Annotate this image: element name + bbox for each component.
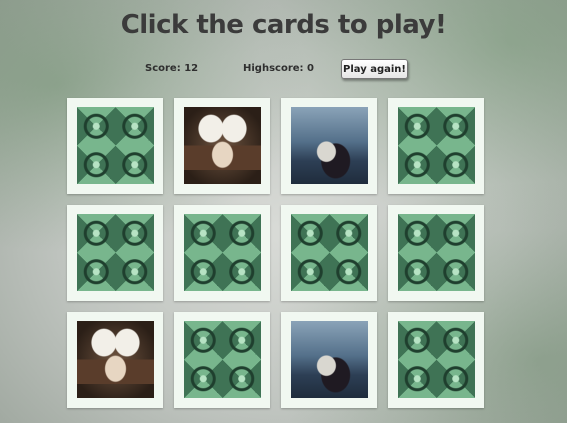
card-grid bbox=[67, 98, 485, 408]
card[interactable] bbox=[67, 312, 163, 408]
upside-down-figure-image bbox=[184, 107, 261, 184]
woman-with-cello-image bbox=[291, 107, 368, 184]
card-back-pattern bbox=[184, 321, 261, 398]
page-title: Click the cards to play! bbox=[120, 10, 447, 40]
card-back-pattern bbox=[77, 107, 154, 184]
card-back-pattern bbox=[398, 107, 475, 184]
score-text: Score: 12 bbox=[145, 63, 199, 74]
upside-down-figure-image bbox=[77, 321, 154, 398]
card[interactable] bbox=[388, 98, 484, 194]
card-back-pattern bbox=[398, 214, 475, 291]
card[interactable] bbox=[67, 205, 163, 301]
play-again-button[interactable]: Play again! bbox=[341, 59, 408, 79]
card[interactable] bbox=[67, 98, 163, 194]
card-back-pattern bbox=[184, 214, 261, 291]
card[interactable] bbox=[174, 98, 270, 194]
card-back-pattern bbox=[77, 214, 154, 291]
card[interactable] bbox=[174, 205, 270, 301]
card[interactable] bbox=[174, 312, 270, 408]
woman-with-cello-image bbox=[291, 321, 368, 398]
score-bar: Score: 12 Highscore: 0 Play again! bbox=[0, 59, 567, 81]
card-back-pattern bbox=[398, 321, 475, 398]
highscore-text: Highscore: 0 bbox=[243, 63, 314, 74]
card-back-pattern bbox=[291, 214, 368, 291]
card[interactable] bbox=[281, 98, 377, 194]
card[interactable] bbox=[388, 312, 484, 408]
card[interactable] bbox=[281, 312, 377, 408]
card[interactable] bbox=[388, 205, 484, 301]
card[interactable] bbox=[281, 205, 377, 301]
